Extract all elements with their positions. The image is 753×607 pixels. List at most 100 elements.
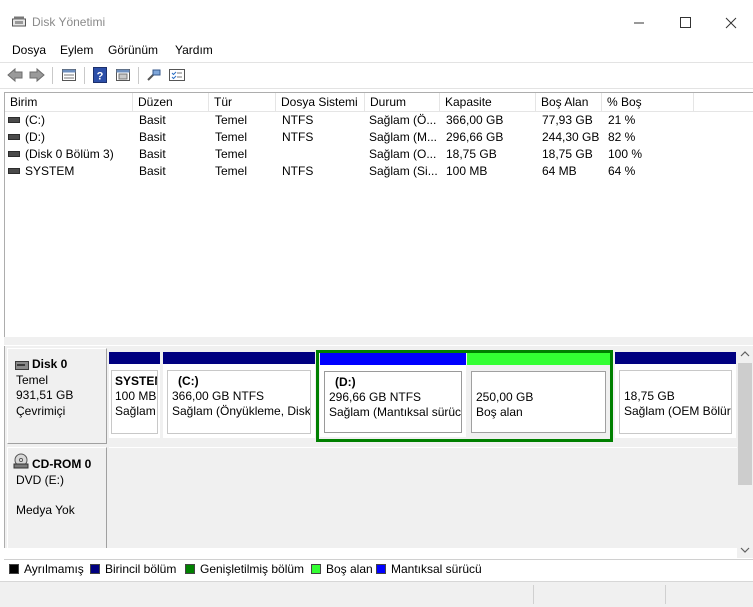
disk-0-type: Temel bbox=[16, 373, 49, 387]
status-bar bbox=[0, 581, 753, 607]
column-header-kapasite[interactable]: Kapasite bbox=[440, 93, 536, 111]
cell-kapasite: 100 MB bbox=[446, 164, 488, 178]
column-header-dosya-sistemi[interactable]: Dosya Sistemi bbox=[276, 93, 365, 111]
cell-dosya-sistemi: NTFS bbox=[282, 164, 314, 178]
cell-bos-alan: 64 MB bbox=[542, 164, 577, 178]
partition-c[interactable]: (C:) 366,00 GB NTFS Sağlam (Önyükleme, D… bbox=[163, 352, 315, 438]
svg-text:?: ? bbox=[97, 71, 104, 83]
cdrom-status: Medya Yok bbox=[16, 503, 75, 517]
cell-dosya-sistemi bbox=[279, 146, 365, 163]
volume-drive-icon bbox=[8, 117, 20, 123]
partition-body: SYSTEM 100 MB Sağlam bbox=[111, 370, 158, 434]
maximize-icon bbox=[680, 17, 691, 28]
cell-duzen: Basit bbox=[139, 147, 166, 161]
scrollbar-thumb[interactable] bbox=[738, 363, 752, 485]
scroll-down-icon[interactable] bbox=[740, 546, 750, 554]
close-button[interactable] bbox=[707, 10, 753, 36]
volume-list-header: Birim Düzen Tür Dosya Sistemi Durum Kapa… bbox=[5, 93, 753, 112]
partition-d[interactable]: (D:) 296,66 GB NTFS Sağlam (Mantıksal sü… bbox=[320, 353, 466, 437]
menu-yardim[interactable]: Yardım bbox=[175, 43, 213, 57]
legend-label: Mantıksal sürücü bbox=[391, 562, 482, 576]
minimize-icon bbox=[634, 22, 644, 24]
partition-free-space[interactable]: 250,00 GB Boş alan bbox=[467, 353, 610, 437]
minimize-button[interactable] bbox=[616, 10, 662, 36]
cell-duzen: Basit bbox=[139, 164, 166, 178]
volume-list[interactable]: Birim Düzen Tür Dosya Sistemi Durum Kapa… bbox=[4, 92, 753, 338]
column-header-duzen[interactable]: Düzen bbox=[133, 93, 209, 111]
back-arrow-icon[interactable] bbox=[7, 67, 23, 83]
connect-icon[interactable] bbox=[146, 67, 162, 83]
partition-title: (C:) bbox=[178, 374, 199, 388]
cdrom-drive: DVD (E:) bbox=[16, 473, 64, 487]
cell-kapasite: 366,00 GB bbox=[446, 113, 504, 127]
cell-duzen: Basit bbox=[139, 113, 166, 127]
help-icon[interactable]: ? bbox=[92, 67, 108, 83]
primary-partition-bar bbox=[163, 352, 315, 364]
column-header-bos-alan[interactable]: Boş Alan bbox=[536, 93, 602, 111]
disk-management-app-icon bbox=[12, 16, 26, 27]
cell-bos-alan: 244,30 GB bbox=[542, 130, 600, 144]
disk-map-pane[interactable]: Disk 0 Temel 931,51 GB Çevrimiçi SYSTEM … bbox=[4, 346, 738, 548]
toolbar-separator bbox=[84, 67, 85, 84]
cell-kapasite: 18,75 GB bbox=[446, 147, 497, 161]
partition-size: 366,00 GB NTFS bbox=[172, 389, 265, 403]
cell-dosya-sistemi: NTFS bbox=[282, 130, 314, 144]
volume-drive-icon bbox=[8, 151, 20, 157]
cdrom-empty-area bbox=[109, 447, 738, 548]
column-header-birim[interactable]: Birim bbox=[5, 93, 133, 111]
table-row[interactable]: (D:) Basit Temel NTFS Sağlam (M... 296,6… bbox=[5, 129, 753, 146]
menu-dosya[interactable]: Dosya bbox=[12, 43, 46, 57]
free-space-bar bbox=[467, 353, 610, 365]
pane-splitter[interactable] bbox=[4, 337, 753, 345]
primary-partition-bar bbox=[615, 352, 736, 364]
partition-status: Boş alan bbox=[476, 405, 523, 419]
partition-oem[interactable]: 18,75 GB Sağlam (OEM Bölür bbox=[615, 352, 736, 438]
cell-tur: Temel bbox=[215, 147, 248, 161]
toolbar-separator bbox=[138, 67, 139, 84]
properties-icon[interactable] bbox=[115, 67, 131, 83]
legend-swatch bbox=[376, 564, 386, 574]
table-row[interactable]: (Disk 0 Bölüm 3) Basit Temel Sağlam (O..… bbox=[5, 146, 753, 163]
column-header-durum[interactable]: Durum bbox=[365, 93, 440, 111]
toolbar: ? bbox=[0, 62, 753, 89]
partition-size: 18,75 GB bbox=[624, 389, 675, 403]
menu-gorunum[interactable]: Görünüm bbox=[108, 43, 158, 57]
partition-system[interactable]: SYSTEM 100 MB Sağlam bbox=[109, 352, 160, 438]
partition-status: Sağlam (OEM Bölür bbox=[624, 404, 731, 418]
partition-size: 296,66 GB NTFS bbox=[329, 390, 422, 404]
table-row[interactable]: (C:) Basit Temel NTFS Sağlam (Ö... 366,0… bbox=[5, 112, 753, 129]
legend-label: Birincil bölüm bbox=[105, 562, 177, 576]
column-header-yuzde-bos[interactable]: % Boş bbox=[602, 93, 694, 111]
disk-list-icon[interactable] bbox=[61, 67, 77, 83]
disk-0-label[interactable]: Disk 0 Temel 931,51 GB Çevrimiçi bbox=[7, 348, 107, 444]
cell-birim: (Disk 0 Bölüm 3) bbox=[25, 147, 114, 161]
scroll-up-icon[interactable] bbox=[740, 350, 750, 358]
volume-drive-icon bbox=[8, 134, 20, 140]
checklist-icon[interactable] bbox=[169, 67, 185, 83]
cdrom-0-label[interactable]: CD-ROM 0 DVD (E:) Medya Yok bbox=[7, 447, 107, 548]
disk-management-window: Disk Yönetimi Dosya Eylem Görünüm Yardım bbox=[0, 0, 753, 607]
legend: Ayrılmamış Birincil bölüm Genişletilmiş … bbox=[4, 559, 753, 580]
partition-body: 250,00 GB Boş alan bbox=[471, 371, 606, 433]
column-header-tur[interactable]: Tür bbox=[209, 93, 276, 111]
partition-title: SYSTEM bbox=[115, 374, 157, 388]
table-row[interactable]: SYSTEM Basit Temel NTFS Sağlam (Si... 10… bbox=[5, 163, 753, 180]
title-bar[interactable]: Disk Yönetimi bbox=[0, 0, 753, 40]
cell-duzen: Basit bbox=[139, 130, 166, 144]
disk-map-scrollbar[interactable] bbox=[737, 346, 753, 558]
cell-dosya-sistemi: NTFS bbox=[282, 113, 314, 127]
cell-tur: Temel bbox=[215, 164, 248, 178]
logical-drive-bar bbox=[320, 353, 466, 365]
partition-status: Sağlam (Mantıksal sürüc bbox=[329, 405, 462, 419]
cell-durum: Sağlam (O... bbox=[369, 147, 437, 161]
forward-arrow-icon[interactable] bbox=[29, 67, 45, 83]
cell-yuzde-bos: 100 % bbox=[608, 147, 643, 161]
partition-size: 250,00 GB bbox=[476, 390, 534, 404]
status-bar-divider bbox=[665, 585, 666, 604]
cell-yuzde-bos: 21 % bbox=[608, 113, 636, 127]
partition-body: (C:) 366,00 GB NTFS Sağlam (Önyükleme, D… bbox=[167, 370, 311, 434]
cell-durum: Sağlam (Ö... bbox=[369, 113, 437, 127]
partition-title: (D:) bbox=[335, 375, 356, 389]
maximize-button[interactable] bbox=[662, 10, 708, 36]
menu-eylem[interactable]: Eylem bbox=[60, 43, 93, 57]
